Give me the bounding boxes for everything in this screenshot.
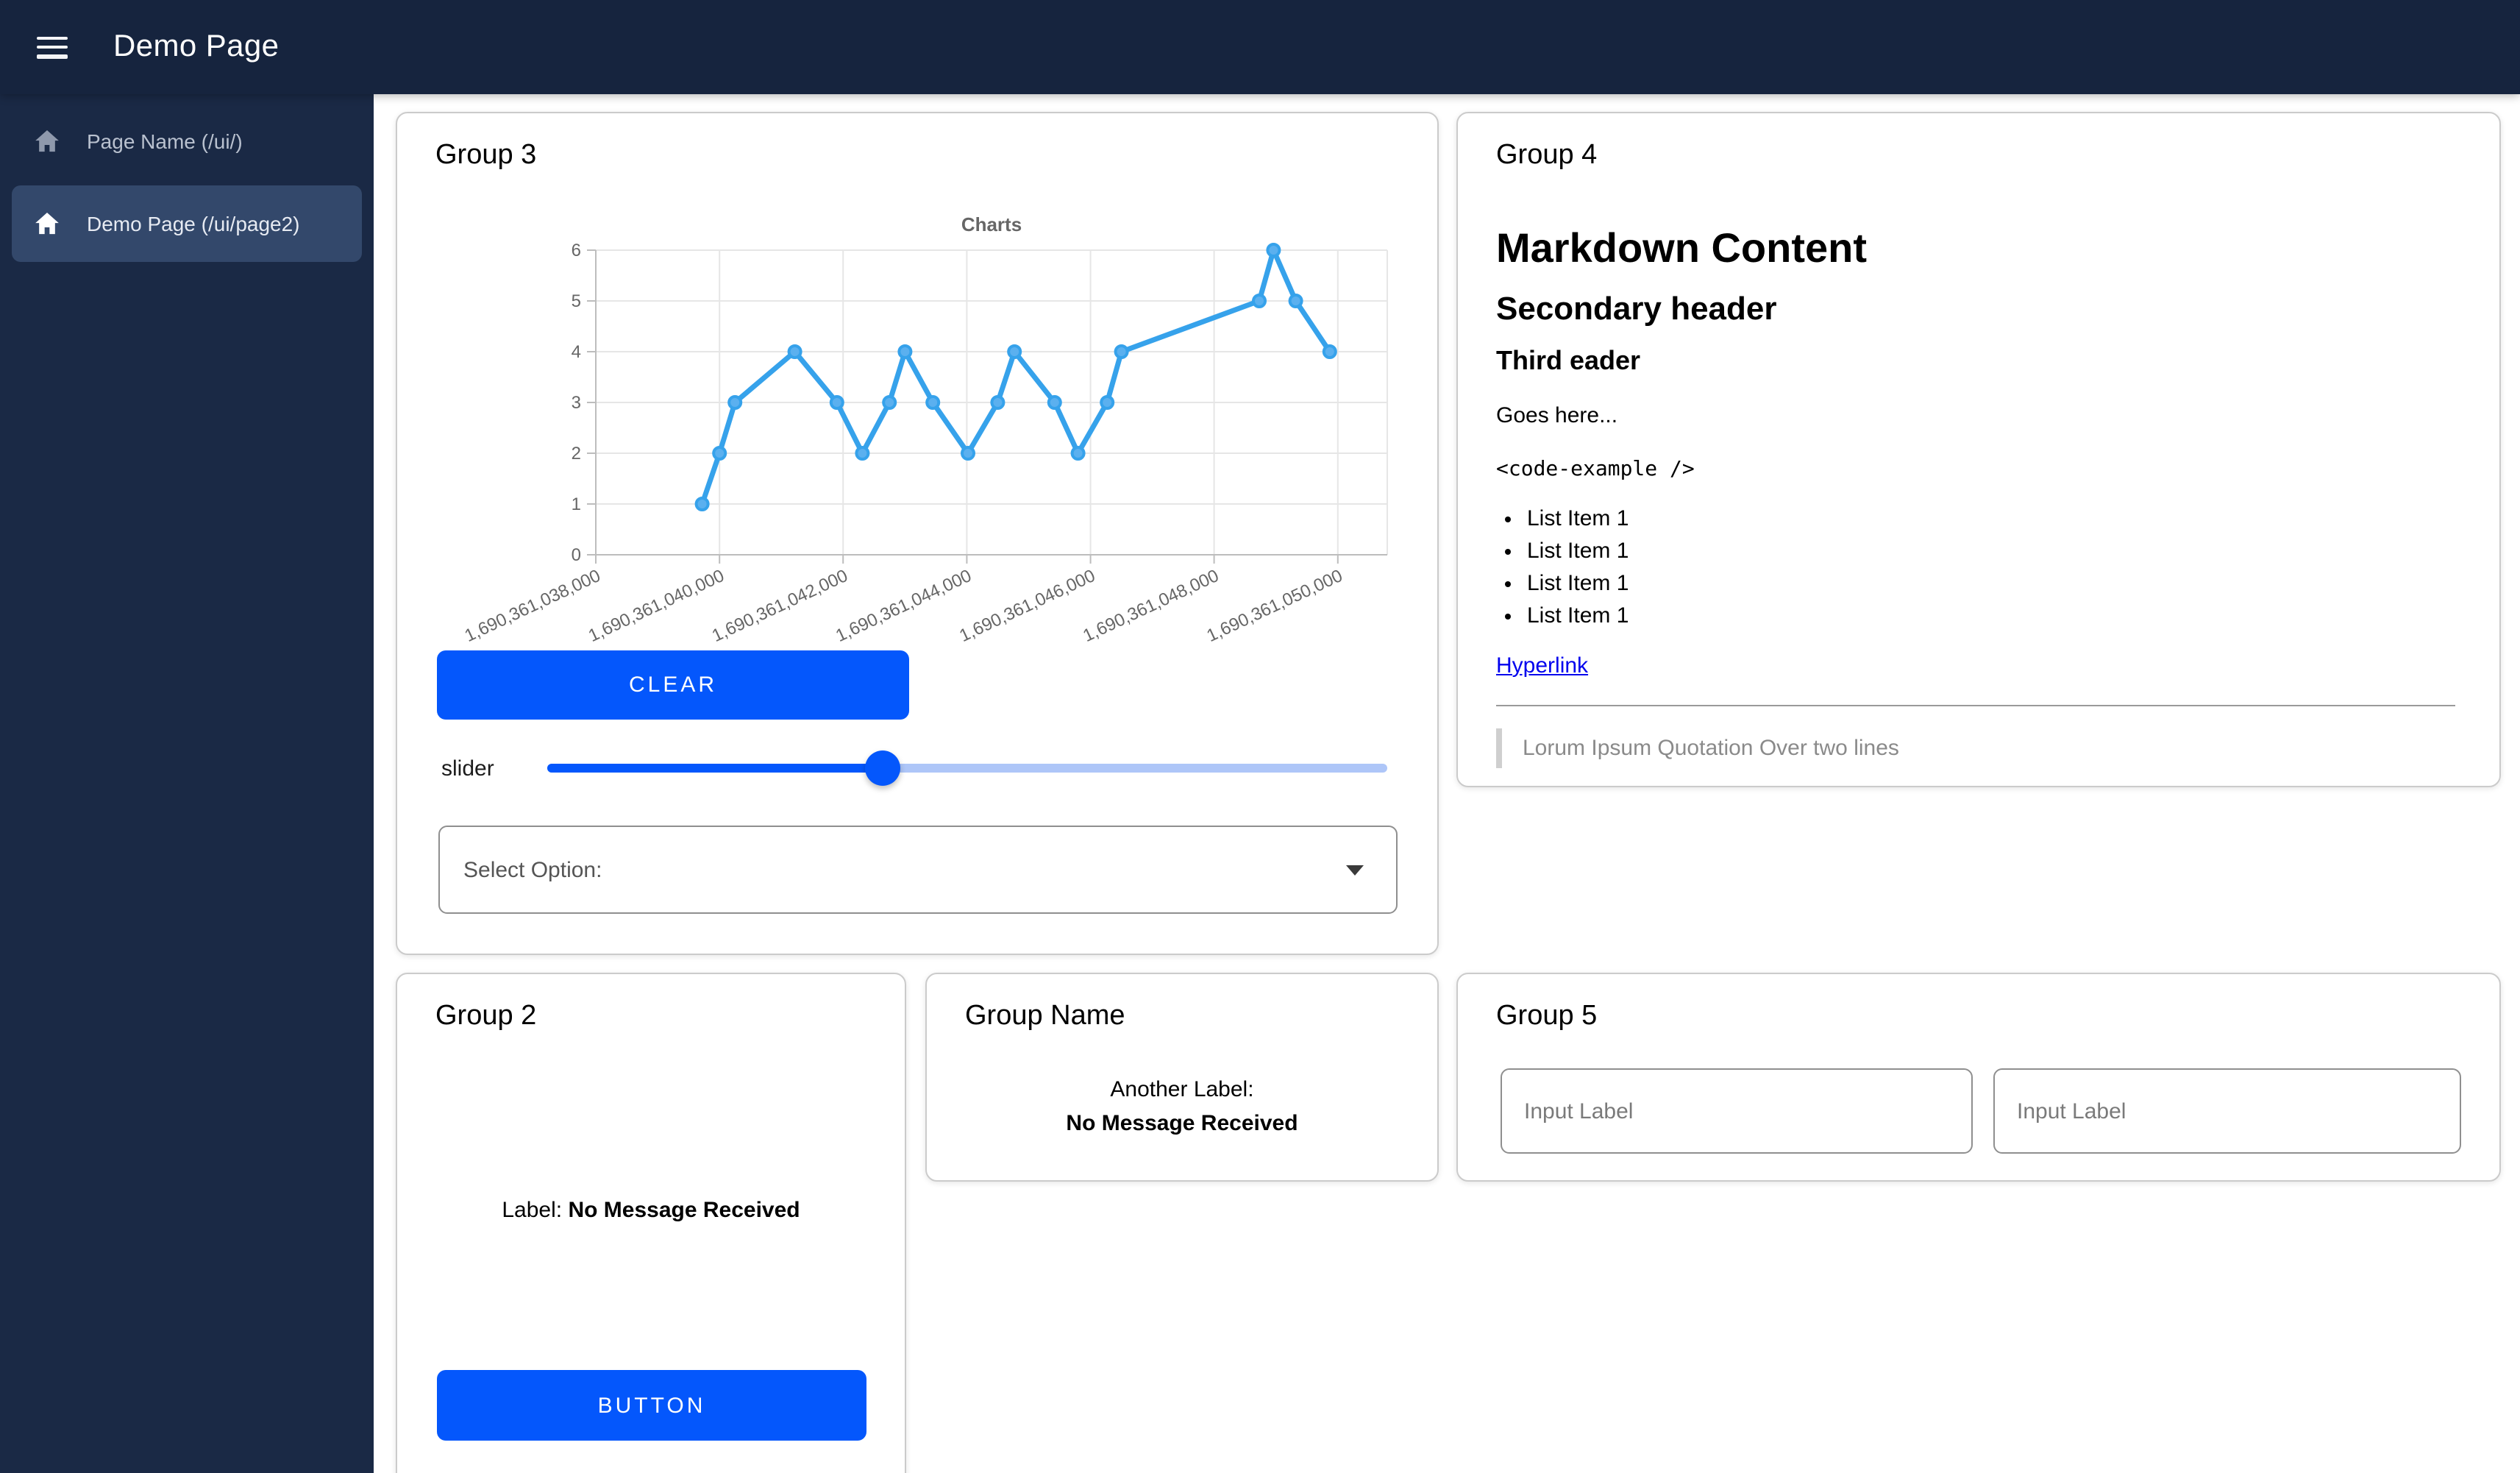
slider[interactable] [547, 743, 1387, 793]
card-title: Group 3 [435, 140, 536, 172]
slider-fill [547, 764, 883, 773]
sidebar-item-demo-page[interactable]: Demo Page (/ui/page2) [12, 185, 362, 262]
chevron-down-icon [1346, 865, 1364, 875]
label-prefix: Label: [502, 1198, 562, 1223]
list-item: List Item 1 [1527, 569, 2455, 597]
select-label: Select Option: [463, 857, 602, 882]
card-group2: Group 2 Label: No Message Received BUTTO… [396, 973, 906, 1473]
list-item: List Item 1 [1527, 602, 2455, 630]
card-group5: Group 5 [1456, 973, 2501, 1182]
svg-text:1,690,361,040,000: 1,690,361,040,000 [585, 566, 727, 646]
input-field-2[interactable] [1993, 1068, 2461, 1154]
markdown-list: List Item 1 List Item 1 List Item 1 List… [1496, 505, 2455, 630]
svg-text:4: 4 [572, 342, 581, 362]
main-content: Group 3 01234561,690,361,038,0001,690,36… [374, 94, 2520, 1473]
svg-text:1,690,361,038,000: 1,690,361,038,000 [462, 566, 604, 646]
menu-icon[interactable] [37, 36, 68, 58]
markdown-content: Markdown Content Secondary header Third … [1496, 216, 2455, 768]
card-title: Group Name [965, 1001, 1125, 1033]
sidebar: Page Name (/ui/) Demo Page (/ui/page2) [0, 94, 374, 1473]
another-label-value: No Message Received [927, 1111, 1437, 1136]
home-icon [32, 209, 62, 238]
line-chart: 0 1 2 3 4 5 6 1,690,361,038,0001,690,361,040,00… [412, 202, 1405, 687]
action-button[interactable]: BUTTON [437, 1370, 866, 1441]
label-value: No Message Received [568, 1198, 800, 1223]
markdown-h1: Markdown Content [1496, 225, 2455, 272]
another-label-prefix: Another Label: [927, 1077, 1437, 1102]
svg-text:6: 6 [572, 241, 581, 260]
svg-text:1,690,361,046,000: 1,690,361,046,000 [956, 566, 1098, 646]
input-field-1[interactable] [1501, 1068, 1973, 1154]
sidebar-item-label: Demo Page (/ui/page2) [87, 212, 300, 235]
svg-text:1: 1 [572, 494, 581, 514]
app-title: Demo Page [113, 29, 279, 65]
home-icon [32, 127, 62, 156]
svg-text:1,690,361,044,000: 1,690,361,044,000 [833, 566, 975, 646]
svg-text:3: 3 [572, 393, 581, 413]
select-option-dropdown[interactable]: Select Option: [438, 826, 1398, 914]
markdown-paragraph: Goes here... [1496, 403, 2455, 430]
svg-text:2: 2 [572, 444, 581, 464]
divider [1496, 705, 2455, 706]
message-label: Label: No Message Received [397, 1198, 905, 1223]
clear-button[interactable]: CLEAR [437, 650, 909, 720]
sidebar-item-page-name[interactable]: Page Name (/ui/) [12, 103, 362, 180]
svg-text:1,690,361,050,000: 1,690,361,050,000 [1203, 566, 1345, 646]
list-item: List Item 1 [1527, 505, 2455, 533]
app-root: Demo Page Page Name (/ui/) Demo Page (/u… [0, 0, 2520, 1473]
svg-text:1,690,361,042,000: 1,690,361,042,000 [709, 566, 851, 646]
card-title: Group 5 [1496, 1001, 1597, 1033]
card-title: Group 2 [435, 1001, 536, 1033]
list-item: List Item 1 [1527, 537, 2455, 565]
svg-text:Charts: Charts [961, 213, 1022, 235]
card-group3: Group 3 01234561,690,361,038,0001,690,36… [396, 112, 1439, 955]
slider-thumb[interactable] [865, 750, 900, 786]
blockquote: Lorum Ipsum Quotation Over two lines [1496, 728, 2455, 768]
card-group-name: Group Name Another Label: No Message Rec… [925, 973, 1439, 1182]
svg-text:1,690,361,048,000: 1,690,361,048,000 [1080, 566, 1222, 646]
card-group4: Group 4 Markdown Content Secondary heade… [1456, 112, 2501, 787]
markdown-h2: Secondary header [1496, 290, 2455, 328]
markdown-h3: Third eader [1496, 346, 2455, 377]
svg-text:0: 0 [572, 545, 581, 565]
hyperlink[interactable]: Hyperlink [1496, 653, 1588, 678]
card-title: Group 4 [1496, 140, 1597, 172]
markdown-code: <code-example /> [1496, 458, 2455, 481]
top-bar: Demo Page [0, 0, 2520, 94]
slider-label: slider [441, 756, 494, 781]
svg-text:5: 5 [572, 291, 581, 311]
sidebar-item-label: Page Name (/ui/) [87, 129, 243, 153]
